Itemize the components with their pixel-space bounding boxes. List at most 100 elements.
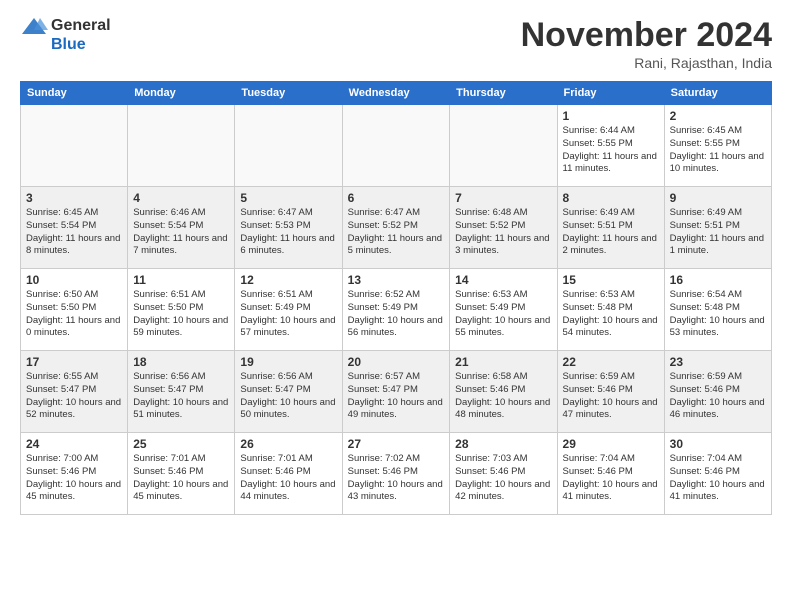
day-number: 8 xyxy=(563,191,659,205)
month-title: November 2024 xyxy=(521,16,772,55)
day-info: Sunrise: 6:54 AM Sunset: 5:48 PM Dayligh… xyxy=(670,289,766,340)
day-number: 16 xyxy=(670,273,766,287)
week-row-5: 24 Sunrise: 7:00 AM Sunset: 5:46 PM Dayli… xyxy=(21,433,772,515)
calendar-cell: 16 Sunrise: 6:54 AM Sunset: 5:48 PM Dayli… xyxy=(664,269,771,351)
day-number: 20 xyxy=(348,355,445,369)
day-number: 11 xyxy=(133,273,229,287)
calendar: SundayMondayTuesdayWednesdayThursdayFrid… xyxy=(20,81,772,515)
week-row-3: 10Sunrise: 6:50 AM Sunset: 5:50 PM Dayli… xyxy=(21,269,772,351)
header-cell-saturday: Saturday xyxy=(664,82,771,105)
day-number: 17 xyxy=(26,355,122,369)
day-info: Sunrise: 6:51 AM Sunset: 5:49 PM Dayligh… xyxy=(240,289,336,340)
day-info: Sunrise: 6:56 AM Sunset: 5:47 PM Dayligh… xyxy=(240,371,336,422)
calendar-cell: 7 Sunrise: 6:48 AM Sunset: 5:52 PM Daylig… xyxy=(450,187,557,269)
day-info: Sunrise: 6:59 AM Sunset: 5:46 PM Dayligh… xyxy=(563,371,659,422)
page: General Blue November 2024 Rani, Rajasth… xyxy=(0,0,792,525)
header-cell-wednesday: Wednesday xyxy=(342,82,450,105)
day-info: Sunrise: 6:53 AM Sunset: 5:49 PM Dayligh… xyxy=(455,289,551,340)
calendar-cell xyxy=(450,105,557,187)
day-info: Sunrise: 6:53 AM Sunset: 5:48 PM Dayligh… xyxy=(563,289,659,340)
day-number: 9 xyxy=(670,191,766,205)
day-number: 7 xyxy=(455,191,551,205)
calendar-cell: 22 Sunrise: 6:59 AM Sunset: 5:46 PM Dayli… xyxy=(557,351,664,433)
calendar-cell: 10Sunrise: 6:50 AM Sunset: 5:50 PM Dayli… xyxy=(21,269,128,351)
day-number: 15 xyxy=(563,273,659,287)
day-number: 30 xyxy=(670,437,766,451)
calendar-cell: 28Sunrise: 7:03 AM Sunset: 5:46 PM Dayli… xyxy=(450,433,557,515)
day-info: Sunrise: 6:47 AM Sunset: 5:52 PM Dayligh… xyxy=(348,207,445,258)
day-number: 21 xyxy=(455,355,551,369)
calendar-cell: 25Sunrise: 7:01 AM Sunset: 5:46 PM Dayli… xyxy=(128,433,235,515)
day-number: 14 xyxy=(455,273,551,287)
day-info: Sunrise: 7:04 AM Sunset: 5:46 PM Dayligh… xyxy=(563,453,659,504)
calendar-cell: 26Sunrise: 7:01 AM Sunset: 5:46 PM Dayli… xyxy=(235,433,342,515)
day-info: Sunrise: 6:55 AM Sunset: 5:47 PM Dayligh… xyxy=(26,371,122,422)
calendar-cell xyxy=(235,105,342,187)
calendar-cell: 30 Sunrise: 7:04 AM Sunset: 5:46 PM Dayli… xyxy=(664,433,771,515)
header-cell-thursday: Thursday xyxy=(450,82,557,105)
title-area: November 2024 Rani, Rajasthan, India xyxy=(521,16,772,71)
calendar-cell: 24 Sunrise: 7:00 AM Sunset: 5:46 PM Dayli… xyxy=(21,433,128,515)
day-number: 19 xyxy=(240,355,336,369)
calendar-cell: 27Sunrise: 7:02 AM Sunset: 5:46 PM Dayli… xyxy=(342,433,450,515)
day-number: 3 xyxy=(26,191,122,205)
calendar-cell: 2 Sunrise: 6:45 AM Sunset: 5:55 PM Daylig… xyxy=(664,105,771,187)
calendar-cell: 13 Sunrise: 6:52 AM Sunset: 5:49 PM Dayli… xyxy=(342,269,450,351)
header-cell-friday: Friday xyxy=(557,82,664,105)
day-info: Sunrise: 6:52 AM Sunset: 5:49 PM Dayligh… xyxy=(348,289,445,340)
header-cell-sunday: Sunday xyxy=(21,82,128,105)
day-info: Sunrise: 6:49 AM Sunset: 5:51 PM Dayligh… xyxy=(670,207,766,258)
calendar-cell: 11 Sunrise: 6:51 AM Sunset: 5:50 PM Dayli… xyxy=(128,269,235,351)
calendar-cell: 9 Sunrise: 6:49 AM Sunset: 5:51 PM Daylig… xyxy=(664,187,771,269)
day-number: 24 xyxy=(26,437,122,451)
day-number: 12 xyxy=(240,273,336,287)
day-number: 2 xyxy=(670,109,766,123)
day-number: 13 xyxy=(348,273,445,287)
day-info: Sunrise: 6:46 AM Sunset: 5:54 PM Dayligh… xyxy=(133,207,229,258)
day-number: 22 xyxy=(563,355,659,369)
header-cell-tuesday: Tuesday xyxy=(235,82,342,105)
day-info: Sunrise: 6:59 AM Sunset: 5:46 PM Dayligh… xyxy=(670,371,766,422)
location: Rani, Rajasthan, India xyxy=(521,55,772,71)
calendar-cell: 8 Sunrise: 6:49 AM Sunset: 5:51 PM Daylig… xyxy=(557,187,664,269)
calendar-cell: 20Sunrise: 6:57 AM Sunset: 5:47 PM Dayli… xyxy=(342,351,450,433)
calendar-cell: 29Sunrise: 7:04 AM Sunset: 5:46 PM Dayli… xyxy=(557,433,664,515)
calendar-cell: 21 Sunrise: 6:58 AM Sunset: 5:46 PM Dayli… xyxy=(450,351,557,433)
calendar-cell: 23 Sunrise: 6:59 AM Sunset: 5:46 PM Dayli… xyxy=(664,351,771,433)
week-row-2: 3 Sunrise: 6:45 AM Sunset: 5:54 PM Daylig… xyxy=(21,187,772,269)
calendar-cell: 6Sunrise: 6:47 AM Sunset: 5:52 PM Daylig… xyxy=(342,187,450,269)
day-info: Sunrise: 7:02 AM Sunset: 5:46 PM Dayligh… xyxy=(348,453,445,504)
day-number: 26 xyxy=(240,437,336,451)
day-number: 23 xyxy=(670,355,766,369)
calendar-cell: 19 Sunrise: 6:56 AM Sunset: 5:47 PM Dayli… xyxy=(235,351,342,433)
day-info: Sunrise: 6:45 AM Sunset: 5:54 PM Dayligh… xyxy=(26,207,122,258)
day-info: Sunrise: 6:45 AM Sunset: 5:55 PM Dayligh… xyxy=(670,125,766,176)
calendar-cell: 3 Sunrise: 6:45 AM Sunset: 5:54 PM Daylig… xyxy=(21,187,128,269)
day-info: Sunrise: 7:00 AM Sunset: 5:46 PM Dayligh… xyxy=(26,453,122,504)
day-info: Sunrise: 7:04 AM Sunset: 5:46 PM Dayligh… xyxy=(670,453,766,504)
calendar-cell: 4 Sunrise: 6:46 AM Sunset: 5:54 PM Daylig… xyxy=(128,187,235,269)
calendar-cell: 15 Sunrise: 6:53 AM Sunset: 5:48 PM Dayli… xyxy=(557,269,664,351)
calendar-cell: 5Sunrise: 6:47 AM Sunset: 5:53 PM Daylig… xyxy=(235,187,342,269)
day-info: Sunrise: 6:44 AM Sunset: 5:55 PM Dayligh… xyxy=(563,125,659,176)
week-row-1: 1Sunrise: 6:44 AM Sunset: 5:55 PM Daylig… xyxy=(21,105,772,187)
day-info: Sunrise: 6:56 AM Sunset: 5:47 PM Dayligh… xyxy=(133,371,229,422)
calendar-cell xyxy=(128,105,235,187)
day-info: Sunrise: 6:49 AM Sunset: 5:51 PM Dayligh… xyxy=(563,207,659,258)
day-number: 28 xyxy=(455,437,551,451)
day-info: Sunrise: 6:48 AM Sunset: 5:52 PM Dayligh… xyxy=(455,207,551,258)
day-info: Sunrise: 6:47 AM Sunset: 5:53 PM Dayligh… xyxy=(240,207,336,258)
day-info: Sunrise: 6:51 AM Sunset: 5:50 PM Dayligh… xyxy=(133,289,229,340)
calendar-cell xyxy=(342,105,450,187)
day-info: Sunrise: 6:58 AM Sunset: 5:46 PM Dayligh… xyxy=(455,371,551,422)
calendar-cell: 18 Sunrise: 6:56 AM Sunset: 5:47 PM Dayli… xyxy=(128,351,235,433)
calendar-cell: 12 Sunrise: 6:51 AM Sunset: 5:49 PM Dayli… xyxy=(235,269,342,351)
day-number: 4 xyxy=(133,191,229,205)
week-row-4: 17 Sunrise: 6:55 AM Sunset: 5:47 PM Dayli… xyxy=(21,351,772,433)
header-cell-monday: Monday xyxy=(128,82,235,105)
day-number: 10 xyxy=(26,273,122,287)
day-info: Sunrise: 7:01 AM Sunset: 5:46 PM Dayligh… xyxy=(133,453,229,504)
logo: General Blue xyxy=(20,16,111,54)
day-number: 18 xyxy=(133,355,229,369)
calendar-cell xyxy=(21,105,128,187)
